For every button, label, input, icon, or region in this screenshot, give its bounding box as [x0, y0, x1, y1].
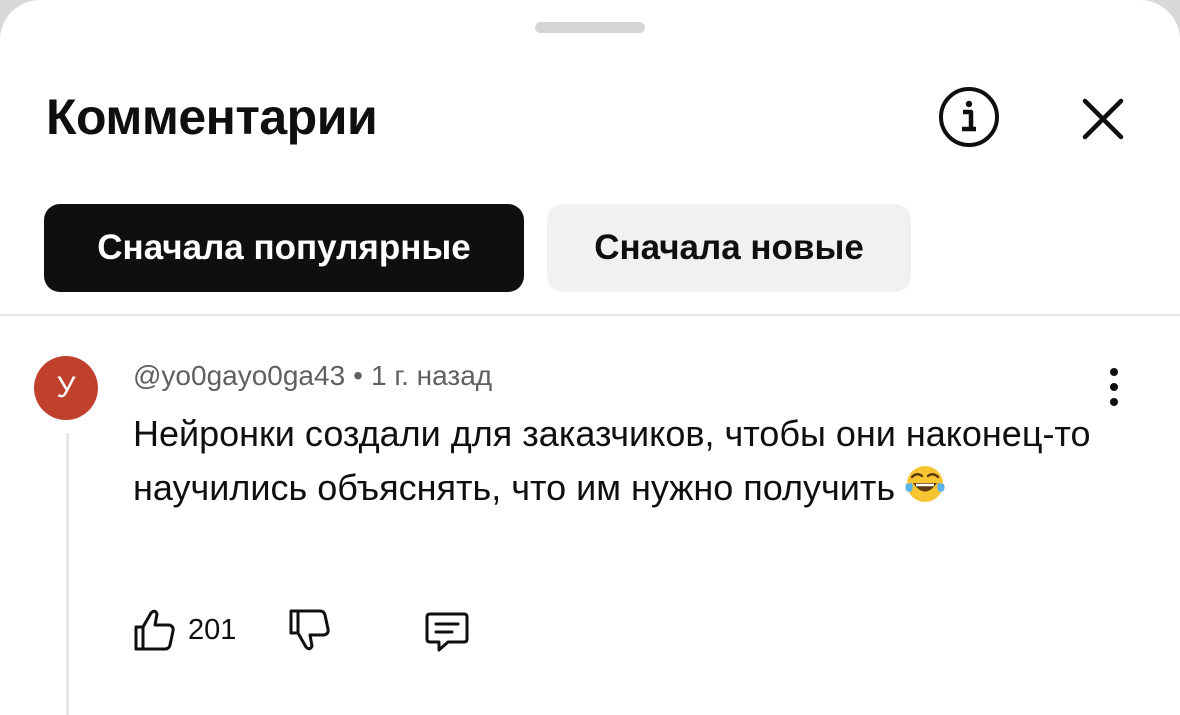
more-vertical-icon	[1110, 368, 1118, 406]
thumbs-up-icon	[134, 609, 175, 651]
chip-newest-first[interactable]: Сначала новые	[547, 204, 911, 292]
comment-meta: @yo0gayo0ga43 • 1 г. назад	[133, 356, 492, 396]
divider	[0, 314, 1180, 316]
comments-sheet: Комментарии Сначала популярные Сначала н…	[0, 0, 1180, 715]
sort-chips: Сначала популярные Сначала новые	[44, 204, 911, 292]
info-icon	[939, 87, 999, 147]
close-icon	[1082, 98, 1124, 140]
like-count: 201	[188, 613, 237, 646]
comment-body: Нейронки создали для заказчиков, чтобы о…	[133, 407, 1093, 515]
info-button[interactable]	[937, 85, 1001, 149]
meta-separator: •	[353, 360, 363, 391]
drag-handle[interactable]	[535, 22, 645, 33]
comment-author[interactable]: @yo0gayo0ga43	[133, 360, 345, 391]
avatar[interactable]: У	[34, 356, 98, 420]
thumbs-down-icon	[289, 609, 330, 651]
comment-menu-button[interactable]	[1094, 360, 1134, 416]
close-button[interactable]	[1072, 88, 1134, 150]
page-title: Комментарии	[46, 89, 378, 145]
like-button[interactable]: 201	[130, 602, 236, 658]
reply-button[interactable]	[422, 602, 472, 658]
comment-time[interactable]: 1 г. назад	[371, 360, 492, 391]
laughing-tears-emoji	[905, 466, 945, 502]
chip-popular-first[interactable]: Сначала популярные	[44, 204, 524, 292]
reply-comment-icon	[425, 612, 469, 652]
thread-line	[66, 433, 69, 715]
dislike-button[interactable]	[285, 602, 335, 658]
